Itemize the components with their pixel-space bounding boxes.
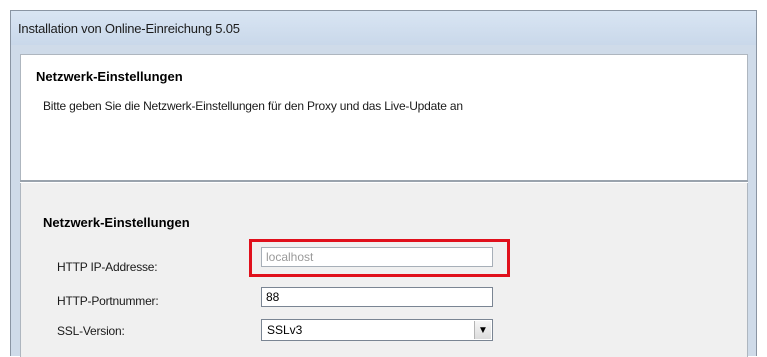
content-panel: Netzwerk-Einstellungen HTTP IP-Addresse:…: [20, 183, 748, 357]
page-description: Bitte geben Sie die Netzwerk-Einstellung…: [43, 99, 463, 113]
window-title: Installation von Online-Einreichung 5.05: [18, 21, 240, 36]
ssl-version-value: SSLv3: [267, 323, 303, 337]
ssl-version-select[interactable]: SSLv3 ▼: [261, 319, 493, 341]
ssl-version-label: SSL-Version:: [57, 324, 125, 338]
highlight-box: [249, 239, 510, 277]
section-title: Netzwerk-Einstellungen: [43, 215, 190, 230]
page-title: Netzwerk-Einstellungen: [36, 69, 183, 84]
port-field[interactable]: 88: [261, 287, 493, 307]
ip-address-label: HTTP IP-Addresse:: [57, 260, 158, 274]
installer-window: Installation von Online-Einreichung 5.05…: [10, 10, 757, 357]
chevron-down-icon[interactable]: ▼: [474, 321, 491, 339]
header-panel: Netzwerk-Einstellungen Bitte geben Sie d…: [20, 54, 748, 180]
title-bar: Installation von Online-Einreichung 5.05: [11, 11, 756, 45]
port-label: HTTP-Portnummer:: [57, 294, 159, 308]
